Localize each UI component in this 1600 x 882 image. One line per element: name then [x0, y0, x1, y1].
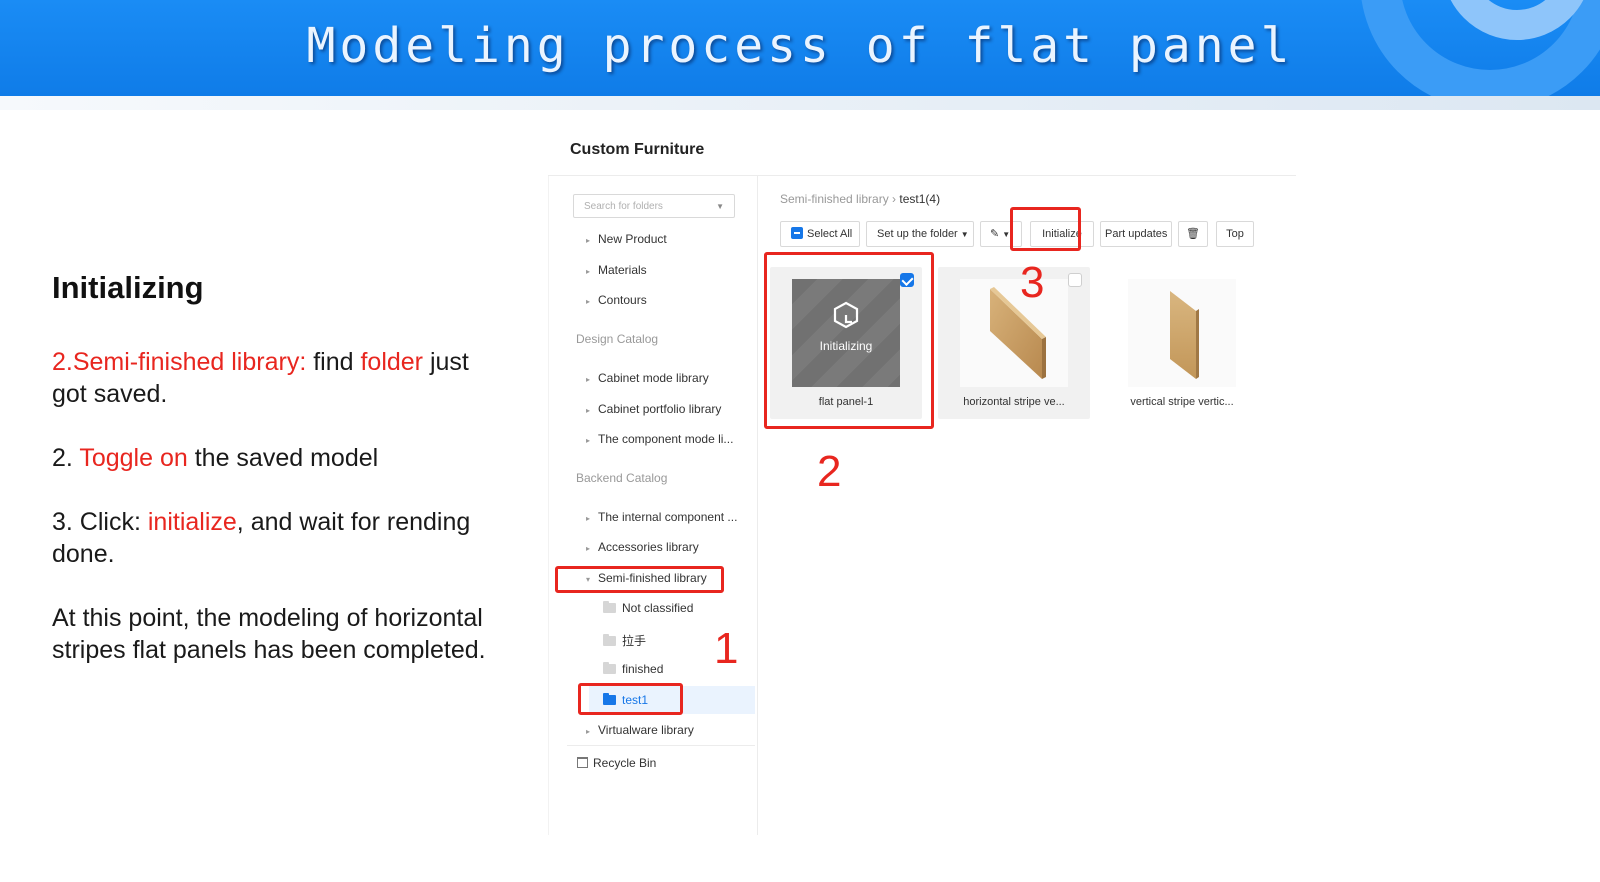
- highlight-box-semi-finished: [555, 566, 724, 593]
- instruction-conclusion: At this point, the modeling of horizonta…: [52, 604, 486, 664]
- instruction-step-3: 3. Click: initialize, and wait for rendi…: [52, 506, 492, 570]
- tree-item-lashou[interactable]: 拉手: [603, 632, 646, 649]
- breadcrumb-current: test1(4): [899, 192, 941, 206]
- breadcrumb: Semi-finished library › test1(4): [780, 192, 940, 206]
- wood-panel-image: [1170, 291, 1199, 379]
- edit-icon: ✎: [990, 228, 1000, 240]
- breadcrumb-root[interactable]: Semi-finished library: [780, 192, 889, 206]
- slide-title: Modeling process of flat panel: [306, 18, 1294, 74]
- section-backend-catalog: Backend Catalog: [576, 471, 668, 485]
- caret-right-icon: ▸: [586, 297, 591, 306]
- step2-prefix: 2.: [52, 444, 80, 472]
- caret-right-icon: ▸: [586, 544, 591, 553]
- tree-label: Materials: [598, 263, 647, 277]
- tree-item-component-mode[interactable]: ▸ The component mode li...: [586, 432, 733, 446]
- trash-icon: 🗑: [1186, 228, 1200, 240]
- model-checkbox[interactable]: [1068, 273, 1082, 287]
- instructions-panel: Initializing 2.Semi-finished library: fi…: [52, 270, 492, 698]
- recycle-bin[interactable]: Recycle Bin: [577, 756, 656, 770]
- tree-label: Virtualware library: [598, 723, 694, 737]
- tree-item-internal-component[interactable]: ▸ The internal component ...: [586, 510, 737, 524]
- model-card[interactable]: horizontal stripe ve...: [938, 267, 1090, 419]
- caret-right-icon: ▸: [586, 267, 591, 276]
- step1-label: 2.Semi-finished library:: [52, 348, 307, 376]
- tree-label: Not classified: [622, 601, 694, 615]
- tree-label: Cabinet mode library: [598, 371, 709, 385]
- annotation-number-1: 1: [714, 624, 739, 673]
- instruction-step-2: 2. Toggle on the saved model: [52, 442, 492, 474]
- folder-icon: [603, 601, 616, 613]
- caret-right-icon: ▸: [586, 236, 591, 245]
- tree-item-finished[interactable]: finished: [603, 662, 663, 676]
- tree-item-materials[interactable]: ▸ Materials: [586, 263, 647, 277]
- highlight-box-model-card: [764, 252, 934, 429]
- annotation-number-2: 2: [817, 447, 842, 496]
- highlight-box-test1: [578, 683, 683, 715]
- banner-underline: [0, 96, 1600, 110]
- part-updates-button[interactable]: Part updates: [1100, 221, 1172, 247]
- tree-item-virtualware[interactable]: ▸ Virtualware library: [586, 723, 694, 737]
- model-thumbnail: [960, 279, 1068, 387]
- trash-icon: [577, 757, 588, 768]
- caret-right-icon: ▸: [586, 514, 591, 523]
- tree-item-new-product[interactable]: ▸ New Product: [586, 232, 667, 246]
- custom-furniture-app: Custom Furniture Search for folders ▼ ▸ N…: [548, 125, 1296, 835]
- button-label: Part updates: [1105, 228, 1168, 240]
- caret-right-icon: ▸: [586, 406, 591, 415]
- instructions-heading: Initializing: [52, 270, 204, 305]
- chevron-down-icon: ▼: [1002, 230, 1011, 239]
- tree-label: Contours: [598, 293, 647, 307]
- tree-item-cabinet-mode[interactable]: ▸ Cabinet mode library: [586, 371, 709, 385]
- step2-text: the saved model: [187, 444, 379, 472]
- header-banner: Modeling process of flat panel: [0, 0, 1600, 96]
- app-title: Custom Furniture: [570, 141, 705, 158]
- tree-item-contours[interactable]: ▸ Contours: [586, 293, 647, 307]
- section-design-catalog: Design Catalog: [576, 332, 659, 346]
- tree-label: The internal component ...: [598, 510, 738, 524]
- model-name: horizontal stripe ve...: [963, 396, 1065, 408]
- delete-button[interactable]: 🗑: [1178, 221, 1208, 247]
- button-label: Select All: [807, 228, 853, 240]
- tree-label: 拉手: [622, 634, 647, 648]
- divider: [567, 745, 755, 746]
- setup-folder-button[interactable]: Set up the folder ▼: [866, 221, 974, 247]
- button-label: Set up the folder: [877, 228, 958, 240]
- caret-right-icon: ▸: [586, 375, 591, 384]
- step1-text: find: [306, 348, 361, 376]
- step1-highlight: folder: [360, 348, 424, 376]
- tree-item-cabinet-portfolio[interactable]: ▸ Cabinet portfolio library: [586, 402, 721, 416]
- model-card[interactable]: vertical stripe vertic...: [1106, 267, 1258, 419]
- tree-label: The component mode li...: [598, 432, 734, 446]
- tree-label: Cabinet portfolio library: [598, 402, 722, 416]
- chevron-down-icon: ▼: [960, 230, 969, 239]
- search-placeholder: Search for folders: [584, 201, 663, 212]
- tree-label: Recycle Bin: [593, 756, 657, 770]
- button-label: Top: [1226, 228, 1244, 240]
- step2-highlight: Toggle on: [79, 444, 188, 472]
- highlight-box-initialize: [1010, 207, 1081, 251]
- caret-right-icon: ▸: [586, 436, 591, 445]
- tree-label: Accessories library: [598, 540, 699, 554]
- tree-item-accessories[interactable]: ▸ Accessories library: [586, 540, 699, 554]
- folder-sidebar: Search for folders ▼ ▸ New Product ▸ Mater…: [548, 176, 758, 835]
- caret-right-icon: ▸: [586, 727, 591, 736]
- select-all-button[interactable]: Select All: [780, 221, 860, 247]
- folder-icon: [603, 634, 616, 646]
- tree-label: finished: [622, 662, 664, 676]
- step3-highlight: initialize: [147, 508, 237, 536]
- step3-prefix: 3. Click:: [52, 508, 148, 536]
- tree-label: New Product: [598, 232, 667, 246]
- folder-search-input[interactable]: Search for folders ▼: [573, 194, 735, 218]
- tree-item-not-classified[interactable]: Not classified: [603, 601, 693, 615]
- instruction-step-1: 2.Semi-finished library: find folder jus…: [52, 346, 492, 410]
- top-button[interactable]: Top: [1216, 221, 1254, 247]
- wood-panel-image: [990, 287, 1046, 379]
- folder-icon: [603, 662, 616, 674]
- model-name: vertical stripe vertic...: [1130, 396, 1234, 408]
- annotation-number-3: 3: [1020, 258, 1045, 307]
- model-thumbnail: [1128, 279, 1236, 387]
- chevron-down-icon: ▼: [716, 202, 724, 211]
- checkbox-indeterminate-icon: [791, 227, 803, 239]
